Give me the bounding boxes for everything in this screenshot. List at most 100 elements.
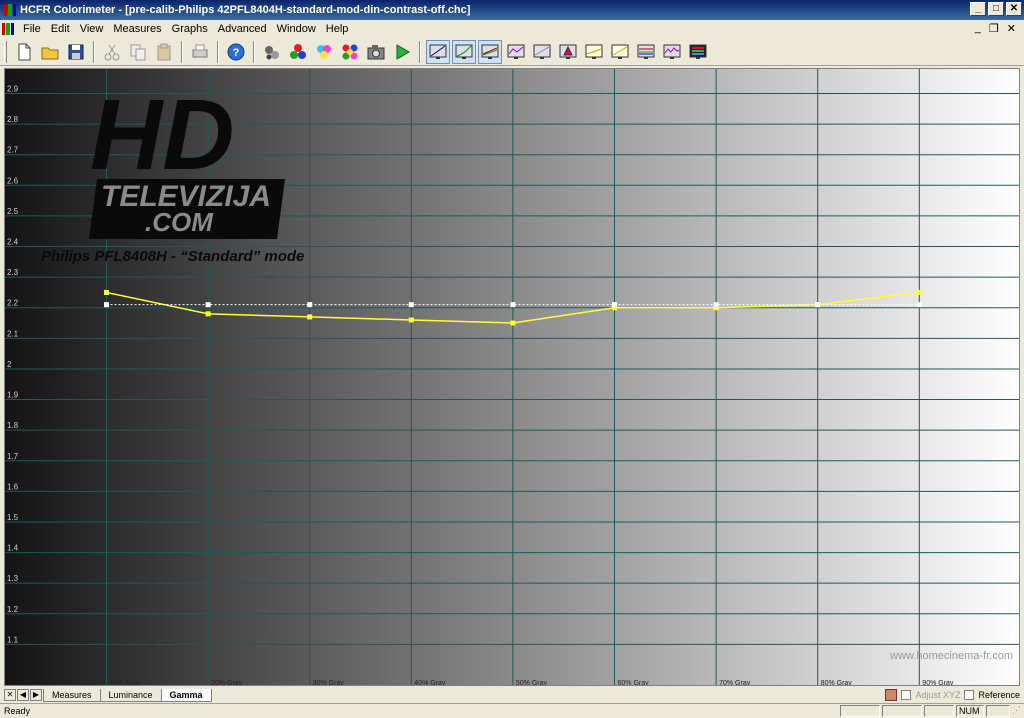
tab-gamma[interactable]: Gamma [160, 688, 212, 702]
toolbar-separator [419, 40, 421, 63]
toolbar-grip[interactable] [4, 40, 7, 63]
menu-help[interactable]: Help [321, 23, 354, 35]
toolbar-separator [253, 40, 255, 63]
tab-measures[interactable]: Measures [43, 688, 101, 702]
print-icon[interactable] [188, 40, 212, 64]
graph-cie-icon[interactable] [504, 40, 528, 64]
graph-gamma-icon[interactable] [452, 39, 476, 64]
gamma-point [408, 317, 414, 323]
mdi-close-button[interactable]: ✕ [1007, 22, 1016, 35]
view-tab-bar: ✕ ◀ ▶ Measures Luminance Gamma Adjust XY… [0, 688, 1024, 702]
toolbar-separator [217, 40, 219, 63]
reference-point [104, 302, 109, 308]
sensor-icon[interactable] [260, 40, 284, 64]
cut-icon[interactable] [100, 40, 124, 64]
close-button[interactable]: ✕ [1006, 2, 1022, 16]
reference-point [205, 302, 211, 308]
menu-graphs[interactable]: Graphs [167, 23, 213, 35]
x-tick-label: 70% Gray [719, 680, 751, 686]
y-tick-label: 1.7 [7, 452, 19, 461]
graph-spectrum-icon[interactable] [660, 40, 684, 64]
window-title: HCFR Colorimeter - [pre-calib-Philips 42… [20, 4, 471, 16]
resize-grip[interactable]: ⋰ [1012, 705, 1024, 717]
graph-saturation-icon[interactable] [530, 40, 554, 64]
status-text: Ready [4, 706, 31, 716]
graph-measures-icon[interactable] [686, 40, 710, 64]
y-tick-label: 2.9 [7, 84, 19, 93]
graph-rgb-icon[interactable] [478, 39, 502, 64]
reference-label: Reference [978, 690, 1020, 700]
graph-delta-e-icon[interactable] [582, 40, 606, 64]
menu-measures[interactable]: Measures [108, 23, 166, 35]
y-tick-label: 2.7 [7, 146, 19, 155]
gamma-point [104, 289, 109, 295]
toolbar: ? [0, 38, 1024, 66]
x-tick-label: 20% Gray [211, 680, 243, 686]
tab-close-button[interactable]: ✕ [4, 689, 16, 701]
paste-icon[interactable] [152, 40, 176, 64]
y-tick-label: 2.4 [7, 238, 19, 247]
status-panel-5 [986, 705, 1010, 717]
reference-point [815, 302, 821, 308]
toolbar-separator [181, 40, 183, 63]
document-icon[interactable] [2, 23, 14, 35]
reference-point [510, 302, 516, 308]
menu-window[interactable]: Window [272, 23, 321, 35]
adjust-xyz-checkbox[interactable] [901, 690, 912, 700]
chart-title: Philips PFL8408H - “Standard” mode [41, 248, 304, 265]
logo-line2: .COM [145, 207, 214, 237]
save-icon[interactable] [64, 40, 88, 64]
reference-point [916, 302, 922, 308]
y-tick-label: 1.5 [7, 513, 19, 522]
graph-color-temp-icon[interactable] [556, 40, 580, 64]
tab-prev-button[interactable]: ◀ [17, 689, 29, 701]
mdi-restore-button[interactable]: ❐ [989, 22, 999, 35]
reference-point [307, 302, 313, 308]
status-panel-3 [924, 705, 954, 717]
camera-icon[interactable] [364, 40, 388, 64]
x-tick-label: 60% Gray [618, 680, 650, 686]
colors-icon[interactable] [312, 40, 336, 64]
y-tick-label: 2.1 [7, 329, 19, 338]
x-tick-label: 80% Gray [821, 680, 853, 686]
mdi-minimize-button[interactable]: _ [975, 22, 981, 35]
x-tick-label: 30% Gray [313, 680, 345, 686]
graph-near-black-icon[interactable] [608, 40, 632, 64]
open-icon[interactable] [38, 40, 62, 64]
graph-near-white-icon[interactable] [634, 40, 658, 64]
gamma-chart-svg: 2.9 2.8 2.7 2.6 2.5 2.4 2.3 2.2 2.1 2 1.9 1.8 1.7 1.6… [5, 69, 1019, 686]
maximize-button[interactable]: □ [988, 2, 1004, 16]
menu-advanced[interactable]: Advanced [213, 23, 272, 35]
new-icon[interactable] [12, 40, 36, 64]
x-tick-label: 40% Gray [414, 680, 446, 686]
palette-icon[interactable] [338, 40, 362, 64]
gamma-chart: 2.9 2.8 2.7 2.6 2.5 2.4 2.3 2.2 2.1 2 1.9 1.8 1.7 1.6… [4, 68, 1020, 686]
reference-checkbox[interactable] [964, 690, 975, 700]
x-tick-label: 90% Gray [922, 680, 954, 686]
minimize-button[interactable]: _ [970, 2, 986, 16]
help-icon[interactable]: ? [224, 40, 248, 64]
logo-hd-text: HD [90, 79, 234, 191]
x-tick-label: 50% Gray [516, 680, 548, 686]
y-tick-label: 1.9 [7, 391, 19, 400]
graph-luminance-icon[interactable] [426, 39, 450, 64]
play-icon[interactable] [390, 40, 414, 64]
svg-text:?: ? [233, 47, 240, 59]
gamma-point [307, 314, 313, 320]
tab-luminance[interactable]: Luminance [99, 688, 162, 702]
menu-edit[interactable]: Edit [46, 23, 75, 35]
tab-next-button[interactable]: ▶ [30, 689, 42, 701]
copy-icon[interactable] [126, 40, 150, 64]
y-tick-label: 2.3 [7, 268, 19, 277]
menu-view[interactable]: View [75, 23, 109, 35]
num-lock-indicator: NUM [956, 705, 984, 717]
adjust-icon[interactable] [885, 689, 898, 701]
rgb-icon[interactable] [286, 40, 310, 64]
y-tick-label: 1.2 [7, 605, 19, 614]
menu-file[interactable]: File [18, 23, 46, 35]
gamma-point [916, 289, 922, 295]
title-bar: HCFR Colorimeter - [pre-calib-Philips 42… [0, 0, 1024, 20]
gamma-point [510, 320, 516, 326]
app-icon [4, 4, 16, 16]
status-panel-1 [840, 705, 880, 717]
